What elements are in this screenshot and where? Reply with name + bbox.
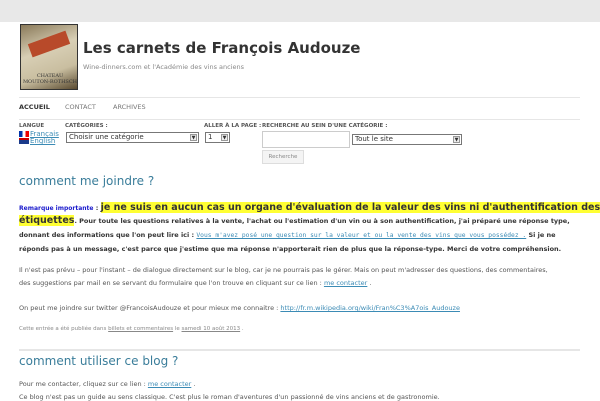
highlight-text: je ne suis en aucun cas un organe d'éval…	[100, 202, 600, 213]
categories-select[interactable]: Choisir une catégorie ▼	[66, 132, 199, 143]
divider	[19, 349, 580, 351]
nav-archives[interactable]: ARCHIVES	[113, 103, 146, 111]
text: des suggestions par mail en se servant d…	[19, 279, 324, 287]
text: . Pour toute les questions relatives à l…	[74, 217, 570, 225]
nav-accueil[interactable]: ACCUEIL	[19, 103, 50, 111]
remark-label: Remarque importante	[19, 205, 94, 212]
page-value: 1	[208, 133, 213, 141]
french-flag-icon	[19, 131, 29, 137]
langue-label: LANGUE	[19, 123, 45, 129]
contact-link[interactable]: me contacter	[324, 279, 367, 287]
text: :	[93, 204, 101, 212]
date-link[interactable]: samedi 10 août 2013	[182, 326, 241, 332]
wikipedia-link[interactable]: http://fr.m.wikipedia.org/wiki/Fran%C3%A…	[280, 304, 460, 312]
search-label: RECHERCHE AU SEIN D'UNE CATÉGORIE :	[262, 123, 388, 129]
text: .	[191, 380, 196, 388]
categories-label: CATÉGORIES :	[65, 123, 108, 129]
text: On peut me joindre sur twitter @Francois…	[19, 304, 281, 312]
contact-link[interactable]: me contacter	[148, 380, 191, 388]
site-subtitle: Wine-dinners.com et l'Académie des vins …	[83, 63, 245, 71]
chevron-down-icon: ▼	[453, 136, 460, 143]
page-select[interactable]: 1 ▼	[205, 132, 230, 143]
text: Il n'est pas prévu – pour l'instant – de…	[19, 266, 548, 274]
categories-value: Choisir une catégorie	[69, 133, 144, 141]
meta-text: .	[240, 326, 244, 332]
meta-text: le	[173, 326, 182, 332]
lang-english[interactable]: English	[30, 137, 55, 145]
chevron-down-icon: ▼	[190, 134, 197, 141]
post-title[interactable]: comment me joindre ?	[19, 174, 154, 188]
search-input[interactable]	[262, 131, 350, 148]
text: réponds pas à un message, c'est parce qu…	[19, 245, 562, 253]
text: .	[367, 279, 372, 287]
text: Pour me contacter, cliquez sur ce lien :	[19, 380, 148, 388]
category-link[interactable]: billets et commentaires	[108, 326, 173, 332]
nav-contact[interactable]: CONTACT	[65, 103, 96, 111]
chevron-down-icon: ▼	[221, 134, 228, 141]
divider	[19, 97, 580, 98]
site-title[interactable]: Les carnets de François Audouze	[83, 39, 361, 57]
english-flag-icon	[19, 138, 29, 144]
highlight-text: étiquettes	[19, 215, 75, 226]
scope-select[interactable]: Tout le site ▼	[352, 134, 462, 145]
divider	[19, 119, 580, 120]
site-logo[interactable]: CHATEAU MOUTON-ROTHSCH	[20, 24, 78, 90]
scope-value: Tout le site	[355, 135, 393, 143]
text: Si je ne	[526, 231, 556, 239]
search-button[interactable]: Recherche	[262, 150, 304, 164]
text: donnant des informations que l'on peut l…	[19, 231, 197, 239]
post-title[interactable]: comment utiliser ce blog ?	[19, 354, 178, 368]
faq-link[interactable]: Vous m'avez posé une question sur la val…	[196, 232, 526, 239]
page-label: ALLER À LA PAGE :	[204, 123, 262, 129]
browser-top-bar	[0, 0, 600, 22]
meta-text: Cette entrée a été publiée dans	[19, 326, 109, 332]
